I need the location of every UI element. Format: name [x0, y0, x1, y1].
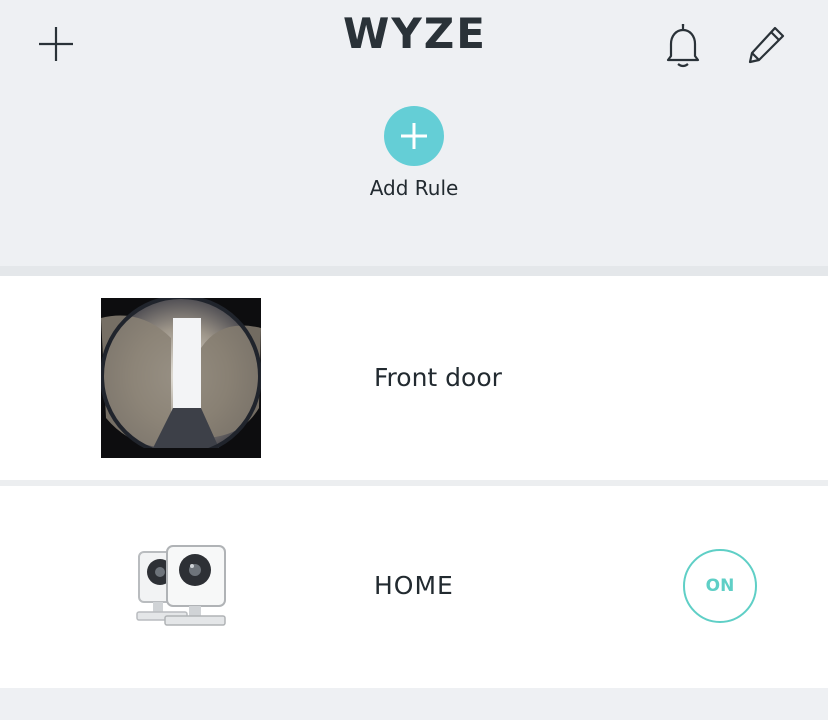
- plus-icon: [401, 123, 427, 149]
- camera-group-icon: [135, 544, 230, 628]
- device-row[interactable]: Front door: [0, 276, 828, 480]
- app-header: WYZE Add Rule: [0, 0, 828, 266]
- section-divider: [0, 266, 828, 276]
- notifications-button[interactable]: [660, 20, 706, 70]
- add-rule-label: Add Rule: [369, 176, 459, 200]
- plus-circle-icon: [384, 106, 444, 166]
- power-toggle[interactable]: ON: [683, 549, 757, 623]
- plus-icon: [39, 27, 73, 61]
- device-group-name: HOME: [374, 571, 454, 600]
- pencil-icon: [748, 26, 785, 64]
- add-device-button[interactable]: [34, 22, 78, 66]
- list-footer: [0, 688, 828, 720]
- device-name: Front door: [374, 363, 502, 392]
- camera-thumbnail: [101, 298, 261, 458]
- device-row[interactable]: HOME ON: [0, 486, 828, 688]
- add-rule-button[interactable]: Add Rule: [354, 106, 474, 206]
- wyze-logo: WYZE: [343, 8, 487, 58]
- bell-icon: [666, 24, 700, 68]
- edit-button[interactable]: [744, 22, 790, 66]
